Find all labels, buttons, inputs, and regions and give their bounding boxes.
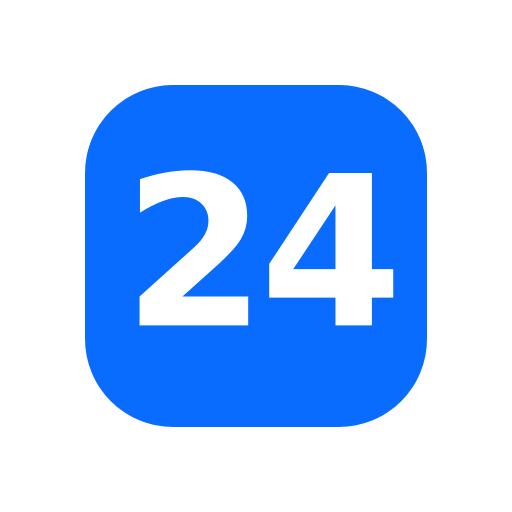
- app-icon-24[interactable]: 24: [85, 85, 427, 427]
- icon-number-label: 24: [123, 132, 402, 375]
- canvas: 24: [0, 0, 512, 512]
